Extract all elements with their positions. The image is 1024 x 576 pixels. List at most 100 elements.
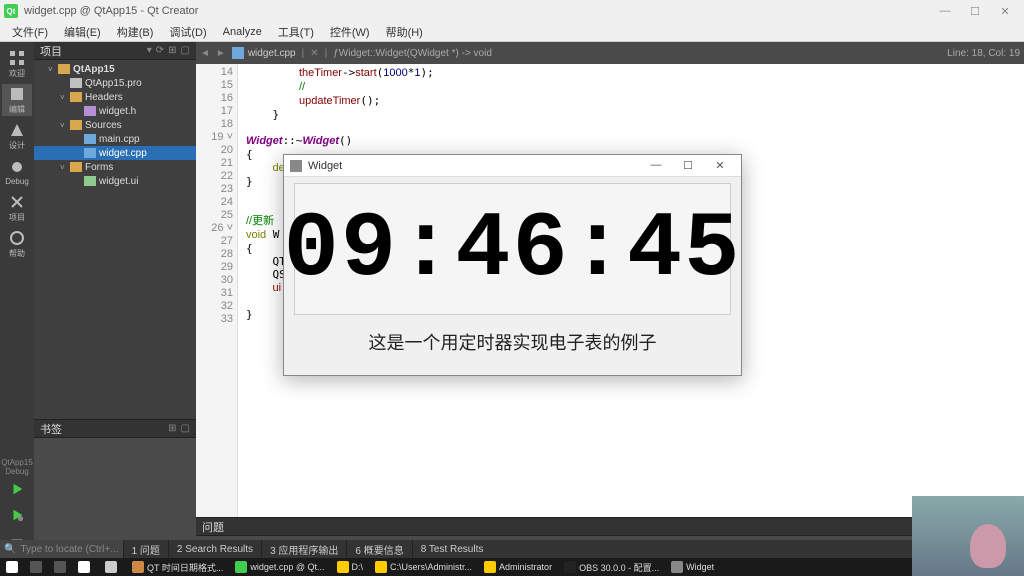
webcam-overlay bbox=[912, 496, 1024, 576]
mode-projects[interactable]: 项目 bbox=[2, 192, 32, 224]
mode-projects-label: 项目 bbox=[9, 212, 25, 223]
projects-header: 项目 ▾ ⟳ ⊞ ▢ bbox=[34, 42, 196, 60]
app-close-button[interactable]: ✕ bbox=[705, 159, 735, 172]
tab-close-icon[interactable]: ✕ bbox=[310, 48, 318, 59]
help-icon bbox=[9, 230, 25, 246]
side-panel: 项目 ▾ ⟳ ⊞ ▢ ˅QtApp15QtApp15.pro˅Headerswi… bbox=[34, 42, 196, 558]
mode-help[interactable]: 帮助 bbox=[2, 228, 32, 260]
qt-logo-icon: Qt bbox=[4, 4, 18, 18]
editor-tab-filename[interactable]: widget.cpp bbox=[248, 48, 296, 59]
run-debug-button[interactable] bbox=[3, 504, 31, 526]
mode-edit-label: 编辑 bbox=[9, 104, 25, 115]
menu-build[interactable]: 构建(B) bbox=[109, 24, 162, 40]
nav-fwd-icon[interactable]: ► bbox=[216, 48, 226, 59]
projects-header-title: 项目 bbox=[40, 43, 62, 59]
app-maximize-button[interactable]: ☐ bbox=[673, 159, 703, 172]
mode-help-label: 帮助 bbox=[9, 248, 25, 259]
taskbar-item-2[interactable]: QT 时间日期格式... bbox=[126, 558, 229, 576]
mode-welcome[interactable]: 欢迎 bbox=[2, 48, 32, 80]
search-icon: 🔍 bbox=[4, 544, 16, 555]
taskbar-item-3[interactable]: widget.cpp @ Qt... bbox=[229, 558, 330, 576]
window-title: widget.cpp @ QtApp15 - Qt Creator bbox=[24, 5, 930, 17]
tree-item-main.cpp[interactable]: main.cpp bbox=[34, 132, 196, 146]
kit-debug-label: Debug bbox=[5, 467, 29, 476]
start-button[interactable] bbox=[0, 558, 24, 576]
grid-icon bbox=[9, 50, 25, 66]
bookmarks-header: 书签 ⊞ ▢ bbox=[34, 420, 196, 438]
output-app[interactable]: 3 应用程序输出 bbox=[261, 540, 346, 558]
output-selector-bar: 🔍 Type to locate (Ctrl+... 1 问题 2 Search… bbox=[0, 540, 1024, 558]
app-icon bbox=[290, 160, 302, 172]
menu-file[interactable]: 文件(F) bbox=[4, 24, 56, 40]
project-tree: ˅QtApp15QtApp15.pro˅Headerswidget.h˅Sour… bbox=[34, 60, 196, 190]
os-taskbar: QT 时间日期格式...widget.cpp @ Qt...D:\C:\User… bbox=[0, 558, 1024, 576]
split-icon[interactable]: ⊞ bbox=[168, 45, 176, 56]
edit-icon bbox=[9, 86, 25, 102]
tree-item-QtApp15[interactable]: ˅QtApp15 bbox=[34, 62, 196, 76]
sync-icon[interactable]: ⟳ bbox=[156, 45, 164, 56]
activity-bar: 欢迎 编辑 设计 Debug 项目 帮助 QtApp15 Debug bbox=[0, 42, 34, 558]
filter-icon[interactable]: ▾ bbox=[147, 45, 152, 56]
menu-edit[interactable]: 编辑(E) bbox=[56, 24, 109, 40]
close-button[interactable]: ✕ bbox=[990, 5, 1020, 18]
output-issues[interactable]: 1 问题 bbox=[123, 540, 168, 558]
tree-item-QtApp15.pro[interactable]: QtApp15.pro bbox=[34, 76, 196, 90]
locator[interactable]: 🔍 Type to locate (Ctrl+... bbox=[0, 540, 123, 558]
wrench-icon bbox=[9, 194, 25, 210]
bookmark-split-icon[interactable]: ⊞ bbox=[168, 423, 176, 434]
tree-item-widget.h[interactable]: widget.h bbox=[34, 104, 196, 118]
taskbar-item-5[interactable]: C:\Users\Administr... bbox=[369, 558, 478, 576]
issues-header: 问题 ▢ bbox=[196, 518, 1024, 536]
mode-debug[interactable]: Debug bbox=[2, 156, 32, 188]
design-icon bbox=[9, 122, 25, 138]
editor-toolbar: ◄ ► widget.cpp | ✕ | ƒ Widget::Widget(QW… bbox=[196, 42, 1024, 64]
bookmark-close-icon[interactable]: ▢ bbox=[181, 423, 190, 434]
menu-analyze[interactable]: Analyze bbox=[215, 26, 270, 38]
bookmarks-title: 书签 bbox=[40, 421, 62, 437]
lcd-display: 09:46:45 bbox=[294, 183, 731, 315]
taskview-button[interactable] bbox=[24, 558, 48, 576]
maximize-button[interactable]: ☐ bbox=[960, 5, 990, 18]
tree-item-Forms[interactable]: ˅Forms bbox=[34, 160, 196, 174]
function-scope[interactable]: Widget::Widget(QWidget *) -> void bbox=[339, 48, 492, 59]
mode-edit[interactable]: 编辑 bbox=[2, 84, 32, 116]
tree-item-Headers[interactable]: ˅Headers bbox=[34, 90, 196, 104]
mode-welcome-label: 欢迎 bbox=[9, 68, 25, 79]
taskbar-item-0[interactable] bbox=[72, 558, 99, 576]
output-general[interactable]: 6 概要信息 bbox=[346, 540, 411, 558]
menu-help[interactable]: 帮助(H) bbox=[378, 24, 431, 40]
issues-title: 问题 bbox=[202, 519, 224, 535]
tree-item-widget.ui[interactable]: widget.ui bbox=[34, 174, 196, 188]
menu-debug[interactable]: 调试(D) bbox=[161, 24, 214, 40]
app-title: Widget bbox=[308, 160, 342, 172]
output-search[interactable]: 2 Search Results bbox=[168, 540, 261, 558]
play-bug-icon bbox=[10, 508, 24, 522]
taskbar-item-7[interactable]: OBS 30.0.0 - 配置... bbox=[558, 558, 665, 576]
run-button[interactable] bbox=[3, 478, 31, 500]
menu-tools[interactable]: 工具(T) bbox=[270, 24, 322, 40]
mode-design-label: 设计 bbox=[9, 140, 25, 151]
taskview2-button[interactable] bbox=[48, 558, 72, 576]
menu-widgets[interactable]: 控件(W) bbox=[322, 24, 378, 40]
taskbar-item-6[interactable]: Administrator bbox=[478, 558, 558, 576]
play-icon bbox=[10, 482, 24, 496]
minimize-button[interactable]: — bbox=[930, 5, 960, 17]
cursor-position: Line: 18, Col: 19 bbox=[947, 48, 1020, 59]
tree-item-widget.cpp[interactable]: widget.cpp bbox=[34, 146, 196, 160]
app-caption: 这是一个用定时器实现电子表的例子 bbox=[284, 321, 741, 363]
taskbar-item-8[interactable]: Widget bbox=[665, 558, 720, 576]
close-panel-icon[interactable]: ▢ bbox=[181, 45, 190, 56]
taskbar-item-1[interactable] bbox=[99, 558, 126, 576]
running-widget-window[interactable]: Widget — ☐ ✕ 09:46:45 这是一个用定时器实现电子表的例子 bbox=[283, 154, 742, 376]
file-icon bbox=[232, 47, 244, 59]
mode-debug-label: Debug bbox=[5, 177, 29, 186]
taskbar-item-4[interactable]: D:\ bbox=[331, 558, 370, 576]
kit-label: QtApp15 bbox=[1, 458, 33, 467]
app-minimize-button[interactable]: — bbox=[641, 159, 671, 172]
nav-back-icon[interactable]: ◄ bbox=[200, 48, 210, 59]
output-tests[interactable]: 8 Test Results bbox=[412, 540, 492, 558]
tree-item-Sources[interactable]: ˅Sources bbox=[34, 118, 196, 132]
menubar: 文件(F) 编辑(E) 构建(B) 调试(D) Analyze 工具(T) 控件… bbox=[0, 22, 1024, 42]
mode-design[interactable]: 设计 bbox=[2, 120, 32, 152]
window-titlebar: Qt widget.cpp @ QtApp15 - Qt Creator — ☐… bbox=[0, 0, 1024, 22]
